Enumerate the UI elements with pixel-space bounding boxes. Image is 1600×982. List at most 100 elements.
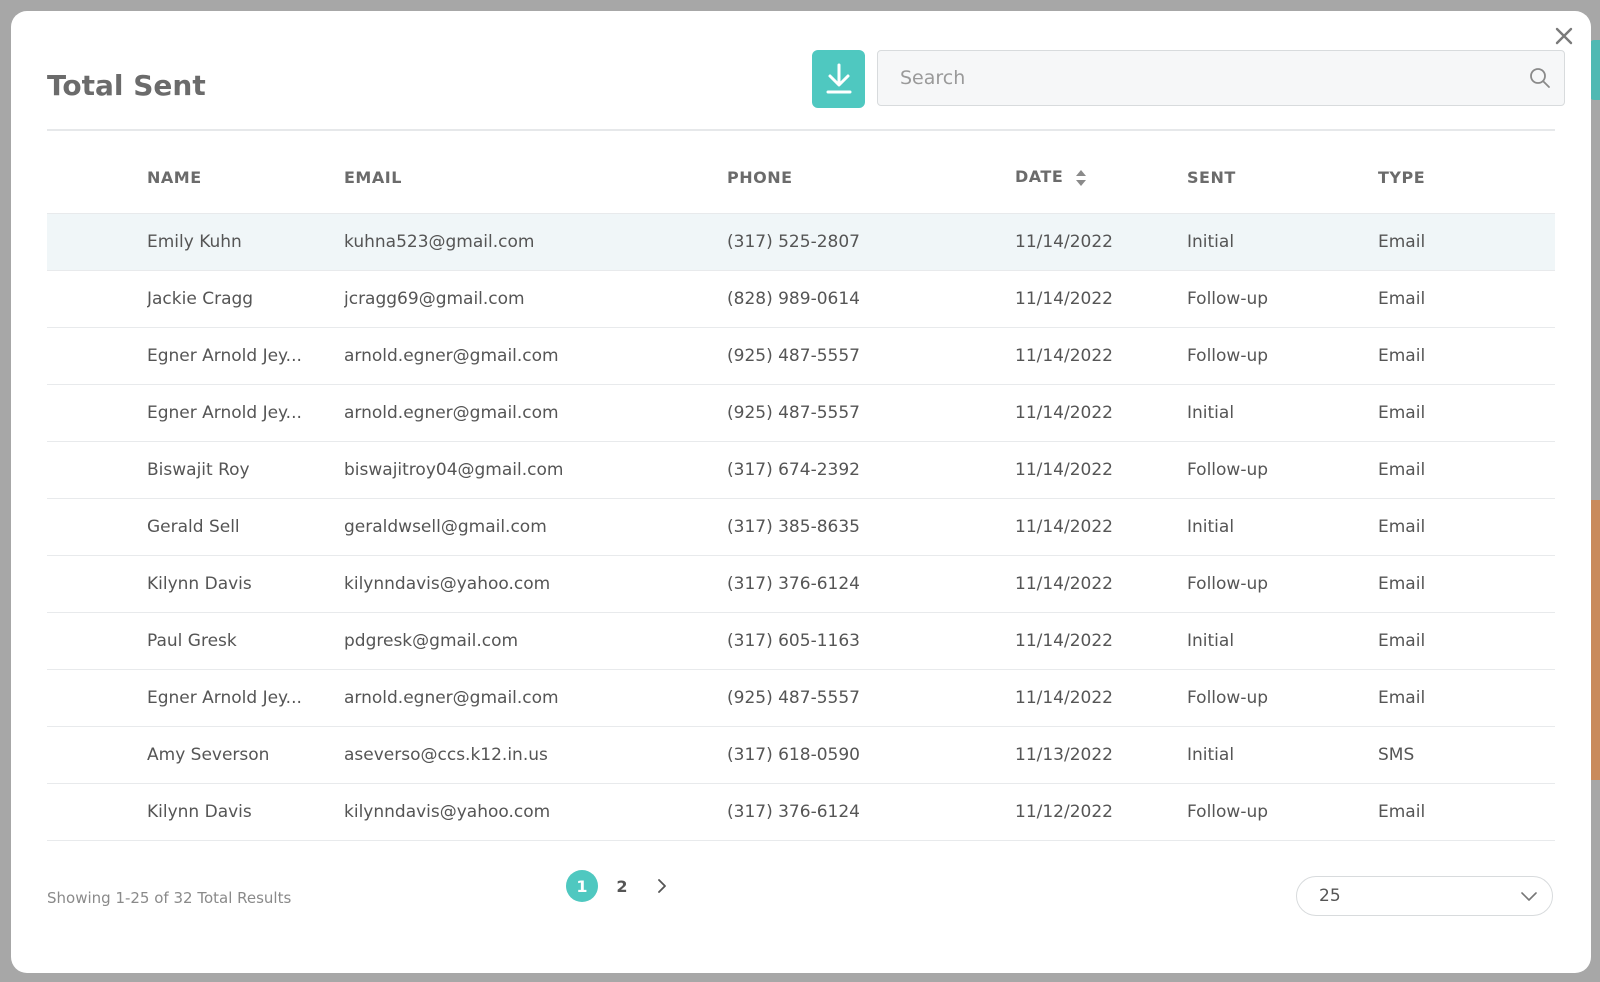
cell-date: 11/14/2022 <box>1015 384 1187 442</box>
cell-date: 11/14/2022 <box>1015 498 1187 556</box>
chevron-right-icon <box>658 879 666 893</box>
cell-name: Biswajit Roy <box>147 441 344 499</box>
search-box <box>877 50 1565 106</box>
results-summary: Showing 1-25 of 32 Total Results <box>47 889 292 907</box>
total-sent-modal: Total Sent NAME EMAIL PHONE DATE <box>11 11 1591 973</box>
table-row[interactable]: Biswajit Roy biswajitroy04@gmail.com (317)… <box>47 441 1555 499</box>
cell-sent: Initial <box>1187 213 1378 271</box>
cell-email: jcragg69@gmail.com <box>344 270 727 328</box>
table-row[interactable]: Egner Arnold Jey... arnold.egner@gmail.co… <box>47 327 1555 385</box>
download-icon <box>826 63 851 94</box>
header-email[interactable]: EMAIL <box>344 141 727 214</box>
cell-type: Email <box>1378 498 1555 556</box>
header-sent[interactable]: SENT <box>1187 141 1378 214</box>
header-date[interactable]: DATE <box>1015 141 1187 214</box>
table-row[interactable]: Emily Kuhn kuhna523@gmail.com (317) 525-28… <box>47 213 1555 271</box>
backdrop-accent-orange <box>1590 500 1600 780</box>
table-row[interactable]: Kilynn Davis kilynndavis@yahoo.com (317) 3… <box>47 555 1555 613</box>
cell-email: kilynndavis@yahoo.com <box>344 555 727 613</box>
search-input[interactable] <box>878 51 1498 105</box>
next-page-button[interactable] <box>646 870 678 902</box>
row-spacer <box>47 270 147 328</box>
cell-name: Egner Arnold Jey... <box>147 327 344 385</box>
row-spacer <box>47 498 147 556</box>
cell-phone: (317) 674-2392 <box>727 441 1015 499</box>
row-spacer <box>47 612 147 670</box>
search-icon[interactable] <box>1528 66 1552 90</box>
cell-phone: (925) 487-5557 <box>727 669 1015 727</box>
cell-email: pdgresk@gmail.com <box>344 612 727 670</box>
cell-type: Email <box>1378 270 1555 328</box>
page-size-select[interactable]: 25 <box>1296 876 1553 916</box>
cell-phone: (317) 376-6124 <box>727 555 1015 613</box>
cell-name: Kilynn Davis <box>147 783 344 841</box>
cell-phone: (317) 376-6124 <box>727 783 1015 841</box>
cell-name: Egner Arnold Jey... <box>147 669 344 727</box>
row-spacer <box>47 726 147 784</box>
table-row[interactable]: Amy Severson aseverso@ccs.k12.in.us (317) … <box>47 726 1555 784</box>
cell-phone: (317) 618-0590 <box>727 726 1015 784</box>
sort-icon[interactable] <box>1075 169 1087 187</box>
cell-type: Email <box>1378 669 1555 727</box>
cell-phone: (317) 525-2807 <box>727 213 1015 271</box>
cell-date: 11/14/2022 <box>1015 441 1187 499</box>
cell-phone: (317) 385-8635 <box>727 498 1015 556</box>
cell-email: arnold.egner@gmail.com <box>344 327 727 385</box>
header-name[interactable]: NAME <box>147 141 344 214</box>
row-spacer <box>47 384 147 442</box>
cell-sent: Initial <box>1187 612 1378 670</box>
cell-sent: Follow-up <box>1187 783 1378 841</box>
cell-date: 11/14/2022 <box>1015 669 1187 727</box>
cell-sent: Follow-up <box>1187 441 1378 499</box>
cell-type: Email <box>1378 327 1555 385</box>
table-row[interactable]: Gerald Sell geraldwsell@gmail.com (317) 38… <box>47 498 1555 556</box>
backdrop-accent <box>1590 40 1600 100</box>
cell-name: Amy Severson <box>147 726 344 784</box>
page-2-button[interactable]: 2 <box>606 870 638 902</box>
row-spacer <box>47 783 147 841</box>
header-type[interactable]: TYPE <box>1378 141 1555 214</box>
header-phone[interactable]: PHONE <box>727 141 1015 214</box>
table-row[interactable]: Jackie Cragg jcragg69@gmail.com (828) 989-… <box>47 270 1555 328</box>
cell-type: SMS <box>1378 726 1555 784</box>
cell-date: 11/14/2022 <box>1015 555 1187 613</box>
cell-email: biswajitroy04@gmail.com <box>344 441 727 499</box>
cell-date: 11/14/2022 <box>1015 612 1187 670</box>
page-size-value: 25 <box>1319 886 1341 906</box>
cell-type: Email <box>1378 384 1555 442</box>
table-header-row: NAME EMAIL PHONE DATE SENT TYPE <box>47 141 1555 214</box>
table-row[interactable]: Egner Arnold Jey... arnold.egner@gmail.co… <box>47 669 1555 727</box>
cell-email: arnold.egner@gmail.com <box>344 384 727 442</box>
cell-sent: Follow-up <box>1187 270 1378 328</box>
header-date-label: DATE <box>1015 167 1064 187</box>
modal-header: Total Sent <box>47 39 1565 131</box>
table-row[interactable]: Egner Arnold Jey... arnold.egner@gmail.co… <box>47 384 1555 442</box>
table-body: Emily Kuhn kuhna523@gmail.com (317) 525-28… <box>47 213 1555 841</box>
pagination: 1 2 <box>566 870 678 902</box>
cell-sent: Initial <box>1187 384 1378 442</box>
cell-sent: Initial <box>1187 726 1378 784</box>
cell-sent: Follow-up <box>1187 669 1378 727</box>
cell-type: Email <box>1378 612 1555 670</box>
cell-sent: Initial <box>1187 498 1378 556</box>
row-spacer <box>47 327 147 385</box>
cell-name: Egner Arnold Jey... <box>147 384 344 442</box>
cell-name: Emily Kuhn <box>147 213 344 271</box>
row-spacer <box>47 213 147 271</box>
cell-email: aseverso@ccs.k12.in.us <box>344 726 727 784</box>
download-button[interactable] <box>812 50 865 108</box>
row-spacer <box>47 441 147 499</box>
cell-date: 11/14/2022 <box>1015 270 1187 328</box>
cell-type: Email <box>1378 783 1555 841</box>
sent-table: NAME EMAIL PHONE DATE SENT TYPE Emily Ku… <box>47 141 1555 841</box>
cell-type: Email <box>1378 213 1555 271</box>
page-1-button[interactable]: 1 <box>566 870 598 902</box>
cell-sent: Follow-up <box>1187 555 1378 613</box>
table-row[interactable]: Paul Gresk pdgresk@gmail.com (317) 605-116… <box>47 612 1555 670</box>
row-spacer <box>47 669 147 727</box>
cell-email: kilynndavis@yahoo.com <box>344 783 727 841</box>
table-row[interactable]: Kilynn Davis kilynndavis@yahoo.com (317) 3… <box>47 783 1555 841</box>
cell-name: Kilynn Davis <box>147 555 344 613</box>
cell-phone: (925) 487-5557 <box>727 327 1015 385</box>
cell-date: 11/12/2022 <box>1015 783 1187 841</box>
